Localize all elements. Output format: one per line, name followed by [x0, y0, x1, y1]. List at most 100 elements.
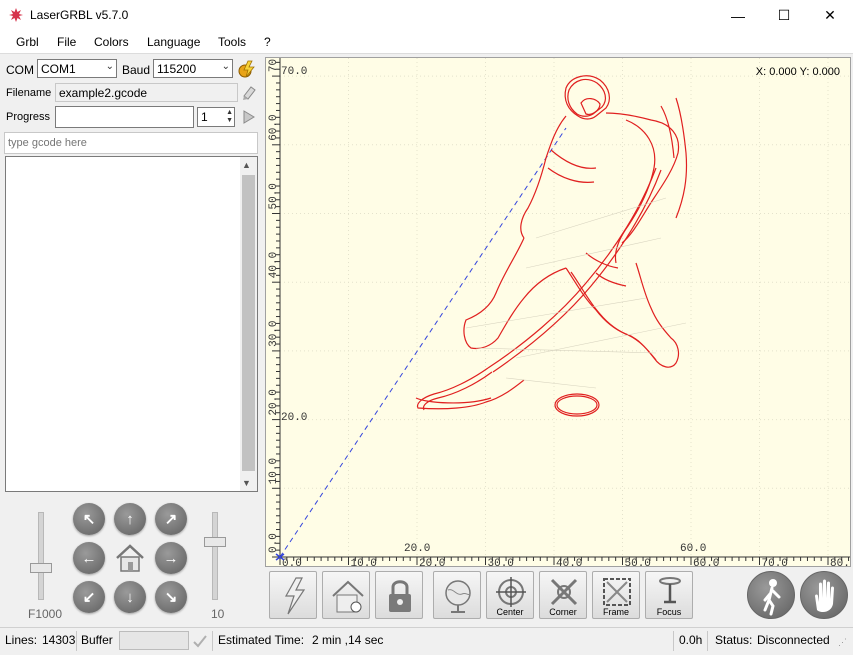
preview-canvas[interactable]: 0.0 10.0 20.0 30.0 40.0 50.0 60.0 70.0 80. 0.0 10…: [265, 57, 851, 567]
hand-stop-icon: [815, 579, 834, 612]
buffer-check-icon: [193, 635, 207, 648]
copies-value: 1: [201, 110, 208, 124]
status-separator: [212, 631, 213, 651]
laser-icon: [284, 577, 306, 615]
globe-button[interactable]: [433, 571, 481, 619]
center-label: Center: [496, 607, 524, 617]
console-scrollbar[interactable]: ▲ ▼: [240, 157, 257, 491]
copies-stepper[interactable]: 1 ▲ ▼: [197, 107, 235, 127]
chevron-down-icon: ⌄: [105, 61, 114, 72]
jog-left-button[interactable]: ←: [73, 542, 105, 574]
gcode-command-input[interactable]: [4, 132, 258, 154]
y-inner-label-top: 70.0: [281, 66, 308, 78]
x-tick-label: 30.0: [488, 558, 514, 566]
resize-grip-icon[interactable]: ⋰: [838, 637, 847, 648]
jog-right-button[interactable]: →: [155, 542, 187, 574]
status-separator: [707, 631, 708, 651]
corner-button[interactable]: Corner: [539, 571, 587, 619]
y-axis-ticks: 0.0 10.0 20.0 30.0 40.0 50.0 60.0 70.0: [268, 58, 280, 558]
y-tick-label: 0.0: [268, 533, 280, 553]
corner-icon: [550, 578, 578, 606]
stepper-arrows-icon[interactable]: ▲ ▼: [226, 109, 233, 125]
status-separator: [673, 631, 674, 651]
menu-bar: Grbl File Colors Language Tools ?: [0, 31, 853, 54]
x-tick-label: 40.0: [556, 558, 582, 566]
lines-label: Lines:: [5, 633, 38, 647]
jog-up-button[interactable]: ↑: [114, 503, 146, 535]
focus-icon: [659, 577, 681, 604]
close-button[interactable]: ✕: [807, 0, 853, 31]
menu-language[interactable]: Language: [147, 35, 200, 49]
jog-down-left-button[interactable]: ↙: [73, 581, 105, 613]
buffer-bar: [119, 631, 189, 650]
walk-button[interactable]: [747, 571, 795, 619]
x-tick-label: 60.0: [693, 558, 719, 566]
home-icon[interactable]: [113, 541, 147, 575]
lines-value: 14303: [42, 633, 76, 647]
corner-label: Corner: [549, 607, 577, 617]
step-slider-thumb[interactable]: [204, 537, 226, 548]
jog-up-left-button[interactable]: ↖: [73, 503, 105, 535]
chevron-down-icon: ⌄: [221, 61, 230, 72]
step-slider-track[interactable]: [212, 512, 218, 600]
menu-colors[interactable]: Colors: [94, 35, 129, 49]
baud-select[interactable]: 115200 ⌄: [153, 59, 233, 78]
menu-file[interactable]: File: [57, 35, 76, 49]
x-tick-label: 80.: [830, 558, 850, 566]
stop-button[interactable]: [800, 571, 848, 619]
scroll-thumb[interactable]: [242, 175, 255, 471]
focus-button[interactable]: Focus: [645, 571, 693, 619]
title-bar: LaserGRBL v5.7.0 — ☐ ✕: [0, 0, 853, 31]
window-title: LaserGRBL v5.7.0: [30, 8, 129, 22]
y-tick-label: 30.0: [268, 320, 280, 346]
speed-slider-thumb[interactable]: [30, 562, 52, 573]
com-label: COM: [6, 63, 34, 77]
x-tick-label: 70.0: [762, 558, 788, 566]
com-select[interactable]: COM1 ⌄: [37, 59, 117, 78]
jog-down-right-button[interactable]: ↘: [155, 581, 187, 613]
x-tick-label: 50.0: [625, 558, 651, 566]
home-button[interactable]: [322, 571, 370, 619]
left-panel: COM COM1 ⌄ Baud 115200 ⌄ Filename exampl…: [0, 55, 262, 625]
speed-slider-track[interactable]: [38, 512, 44, 600]
frame-button[interactable]: Frame: [592, 571, 640, 619]
focus-label: Focus: [656, 607, 682, 617]
unlock-button[interactable]: [375, 571, 423, 619]
y-tick-label: 60.0: [268, 114, 280, 140]
laser-app-icon: [9, 8, 23, 22]
laser-on-button[interactable]: [269, 571, 317, 619]
play-icon[interactable]: [242, 109, 256, 125]
globe-icon: [445, 580, 471, 613]
scroll-down-icon[interactable]: ▼: [242, 478, 251, 488]
filename-field: example2.gcode: [55, 83, 238, 102]
scroll-up-icon[interactable]: ▲: [242, 160, 251, 170]
center-button[interactable]: Center: [486, 571, 534, 619]
connection-status-value: Disconnected: [757, 633, 830, 647]
connect-icon[interactable]: [237, 59, 257, 79]
minimize-button[interactable]: —: [715, 0, 761, 31]
jog-down-button[interactable]: ↓: [114, 581, 146, 613]
y-tick-label: 70.0: [268, 58, 280, 72]
x-top-label-20: 20.0: [404, 543, 431, 555]
status-label: Status:: [715, 633, 753, 647]
elapsed-time-value: 0.0h: [679, 633, 703, 647]
y-tick-label: 10.0: [268, 458, 280, 484]
bottom-toolbar: Center Corner Frame Focus: [265, 568, 853, 626]
y-tick-label: 50.0: [268, 183, 280, 209]
console-log[interactable]: ▲ ▼: [5, 156, 258, 492]
jog-up-right-button[interactable]: ↗: [155, 503, 187, 535]
step-label: 10: [211, 607, 225, 621]
x-top-label-60: 60.0: [680, 543, 707, 555]
menu-tools[interactable]: Tools: [218, 35, 246, 49]
menu-help[interactable]: ?: [264, 35, 271, 49]
cursor-coordinates: X: 0.000 Y: 0.000: [755, 66, 840, 78]
status-separator: [76, 631, 77, 651]
baud-value: 115200: [157, 62, 197, 76]
speed-label: F1000: [28, 607, 63, 621]
maximize-button[interactable]: ☐: [761, 0, 807, 31]
home-search-icon: [332, 580, 364, 613]
walk-icon: [763, 579, 781, 616]
baud-label: Baud: [122, 63, 151, 77]
open-file-icon[interactable]: [241, 84, 258, 101]
menu-grbl[interactable]: Grbl: [16, 35, 39, 49]
